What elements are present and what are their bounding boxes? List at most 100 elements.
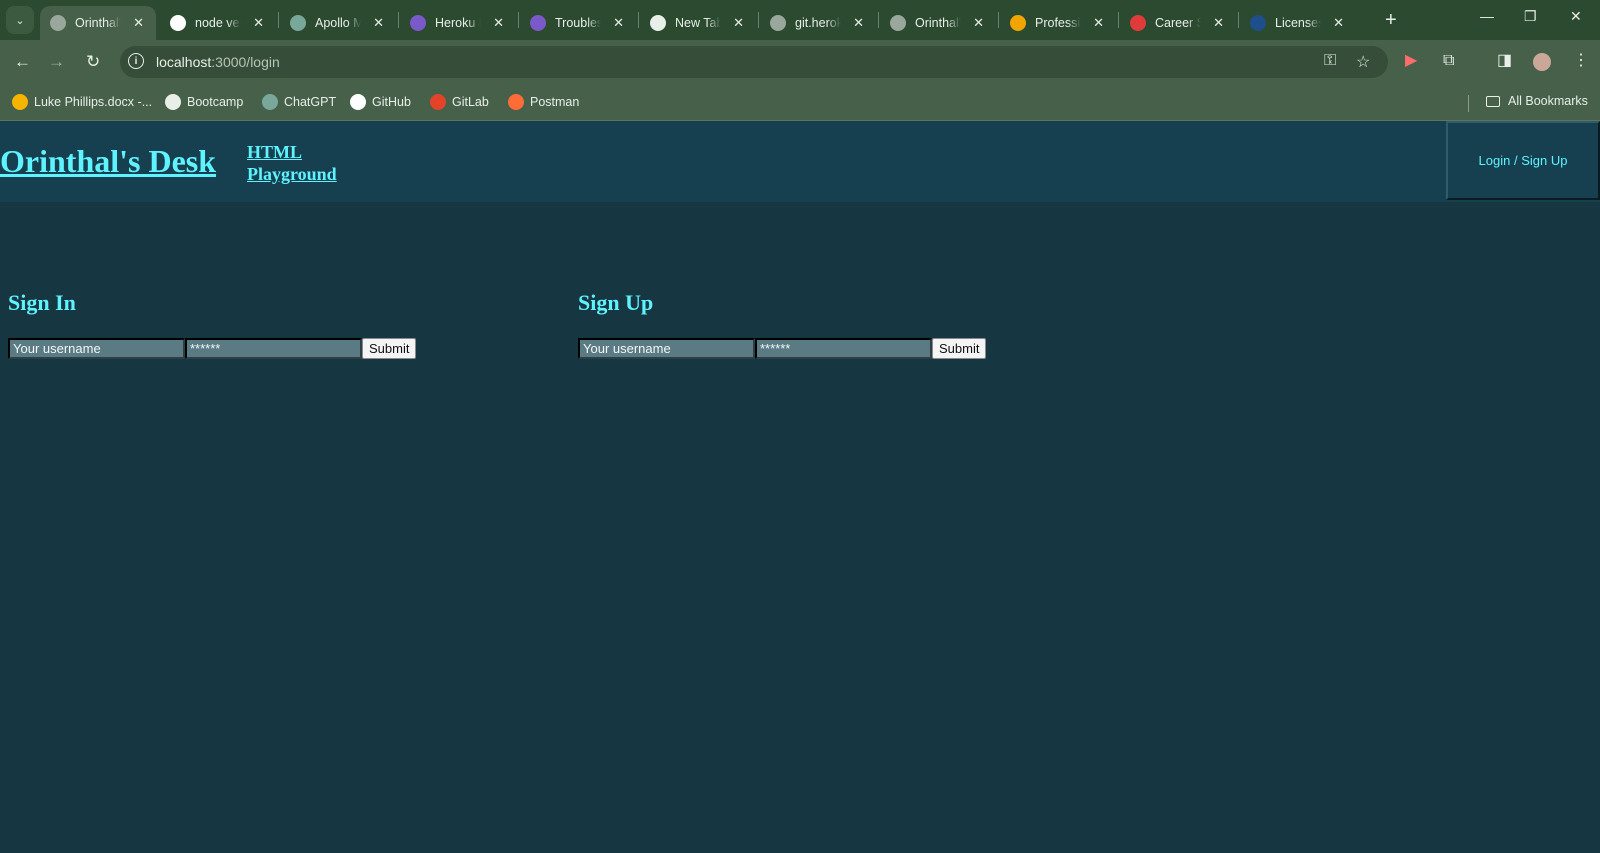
google-drive-icon: [12, 94, 28, 110]
globe-icon: [165, 94, 181, 110]
bookmarks-bar: Luke Phillips.docx -... Bootcamp ChatGPT Gi…: [0, 86, 1600, 121]
close-window-button[interactable]: ✕: [1570, 8, 1582, 25]
tab-close-icon[interactable]: ✕: [1093, 15, 1104, 31]
restore-button[interactable]: ❐: [1524, 8, 1537, 25]
signup-password-input[interactable]: [755, 338, 932, 359]
tab-close-icon[interactable]: ✕: [373, 15, 384, 31]
html-playground-link[interactable]: HTML Playground: [247, 141, 357, 185]
new-tab-button[interactable]: +: [1385, 8, 1397, 32]
tab-separator: [1118, 12, 1119, 28]
password-key-icon[interactable]: ⚿: [1324, 52, 1336, 70]
tab-close-icon[interactable]: ✕: [613, 15, 624, 31]
browser-tab[interactable]: git.heroku ✕: [760, 6, 876, 40]
browser-menu-icon[interactable]: ⋮: [1573, 51, 1589, 71]
signin-password-input[interactable]: [185, 338, 362, 359]
career-icon: [1130, 15, 1146, 31]
bookmark-label: ChatGPT: [284, 95, 337, 109]
tab-close-icon[interactable]: ✕: [733, 15, 744, 31]
browser-tab[interactable]: Professional ✕: [1000, 6, 1116, 40]
signin-submit-button[interactable]: Submit: [362, 338, 417, 359]
bookmark-item[interactable]: Luke Phillips.docx -...: [12, 94, 152, 110]
browser-tab[interactable]: Troubleshooting ✕: [520, 6, 636, 40]
question-icon: [1250, 15, 1266, 31]
extensions-puzzle-icon[interactable]: ⧉: [1443, 51, 1454, 71]
login-signup-button[interactable]: Login / Sign Up: [1446, 121, 1600, 200]
minimize-button[interactable]: —: [1480, 8, 1494, 24]
tab-separator: [278, 12, 279, 28]
tab-close-icon[interactable]: ✕: [853, 15, 864, 31]
browser-tab[interactable]: New Tab ✕: [640, 6, 756, 40]
tab-separator: [878, 12, 879, 28]
tab-close-icon[interactable]: ✕: [1213, 15, 1224, 31]
signup-form: Sign Up Submit: [578, 290, 987, 359]
all-bookmarks-label: All Bookmarks: [1508, 94, 1588, 108]
chatgpt-icon: [290, 15, 306, 31]
profile-avatar[interactable]: [1533, 53, 1551, 71]
tab-separator: [638, 12, 639, 28]
all-bookmarks-button[interactable]: All Bookmarks: [1486, 94, 1588, 108]
url-text[interactable]: localhost:3000/login: [156, 54, 280, 70]
tab-title: Career Services: [1155, 16, 1201, 30]
tab-title: Licenses: [1275, 16, 1321, 30]
signup-heading: Sign Up: [578, 290, 654, 315]
site-info-icon[interactable]: i: [128, 53, 144, 69]
globe-icon: [50, 15, 66, 31]
bookmark-item[interactable]: ChatGPT: [262, 94, 336, 110]
tab-title: git.heroku: [795, 16, 841, 30]
bookmark-label: Postman: [530, 95, 580, 109]
forward-button[interactable]: →: [48, 52, 65, 72]
signin-username-input[interactable]: [8, 338, 185, 359]
signin-heading: Sign In: [8, 290, 76, 315]
browser-toolbar: ← → ↻ i localhost:3000/login ⚿ ☆ ▶ ⧉ ◨ ⋮: [0, 40, 1600, 86]
tab-title: Professional: [1035, 16, 1081, 30]
extension-record-icon[interactable]: ▶: [1405, 51, 1417, 71]
tab-close-icon[interactable]: ✕: [493, 15, 504, 31]
reload-button[interactable]: ↻: [86, 52, 100, 72]
bookmark-label: Bootcamp: [187, 95, 244, 109]
tab-title: Troubleshooting: [555, 16, 601, 30]
site-header: Orinthal's Desk HTML Playground: [0, 121, 1600, 202]
google-icon: [170, 15, 186, 31]
bookmark-item[interactable]: GitLab: [430, 94, 489, 110]
tab-title: Heroku Node: [435, 16, 481, 30]
bookmark-label: GitHub: [372, 95, 411, 109]
signup-username-input[interactable]: [578, 338, 755, 359]
browser-tab[interactable]: node version ✕: [160, 6, 276, 40]
signup-submit-button[interactable]: Submit: [932, 338, 987, 359]
github-icon: [350, 94, 366, 110]
browser-tab-strip: ⌄ Orinthal's Desk✕node version✕Apollo Mo…: [0, 0, 1600, 40]
tab-close-icon[interactable]: ✕: [1333, 15, 1344, 31]
tab-separator: [758, 12, 759, 28]
back-button[interactable]: ←: [14, 52, 31, 72]
browser-tab[interactable]: Orinthal's Desk ✕: [40, 6, 156, 40]
tab-separator: [518, 12, 519, 28]
bookmarks-divider: [1468, 95, 1469, 112]
heroku-icon: [410, 15, 426, 31]
browser-tab[interactable]: Licenses ✕: [1240, 6, 1356, 40]
tab-title: New Tab: [675, 16, 721, 30]
signin-form: Sign In Submit: [8, 290, 417, 359]
site-title-link[interactable]: Orinthal's Desk: [0, 143, 216, 180]
bookmark-item[interactable]: GitHub: [350, 94, 411, 110]
tab-title: Orinthal's Desk: [915, 16, 961, 30]
browser-tab[interactable]: Career Services ✕: [1120, 6, 1236, 40]
folder-icon: [1486, 95, 1500, 107]
browser-tab[interactable]: Apollo Mongo ✕: [280, 6, 396, 40]
chatgpt-icon: [262, 94, 278, 110]
side-panel-icon[interactable]: ◨: [1497, 51, 1512, 71]
chrome-icon: [650, 15, 666, 31]
tab-search-button[interactable]: ⌄: [6, 6, 34, 34]
address-bar[interactable]: i localhost:3000/login ⚿ ☆: [120, 46, 1388, 78]
bookmark-item[interactable]: Bootcamp: [165, 94, 243, 110]
browser-tab[interactable]: Heroku Node ✕: [400, 6, 516, 40]
tab-separator: [398, 12, 399, 28]
postman-icon: [508, 94, 524, 110]
tab-close-icon[interactable]: ✕: [973, 15, 984, 31]
tab-close-icon[interactable]: ✕: [253, 15, 264, 31]
bookmark-label: GitLab: [452, 95, 489, 109]
heroku-icon: [530, 15, 546, 31]
bookmark-star-icon[interactable]: ☆: [1356, 52, 1370, 72]
tab-close-icon[interactable]: ✕: [133, 15, 144, 31]
browser-tab[interactable]: Orinthal's Desk ✕: [880, 6, 996, 40]
bookmark-item[interactable]: Postman: [508, 94, 579, 110]
